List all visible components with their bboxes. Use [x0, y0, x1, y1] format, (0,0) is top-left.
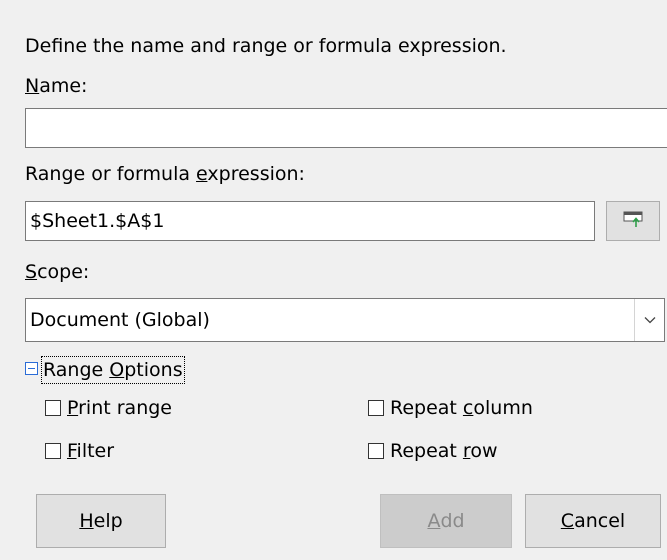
filter-label[interactable]: Filter	[67, 439, 114, 463]
collapse-icon[interactable]	[25, 362, 38, 375]
help-button[interactable]: Help	[36, 494, 166, 548]
range-label: Range or formula expression:	[25, 163, 305, 185]
shrink-selection-icon	[623, 210, 643, 233]
repeat-column-label[interactable]: Repeat column	[390, 396, 533, 420]
filter-checkbox[interactable]	[45, 443, 61, 459]
name-label: Name:	[25, 75, 88, 97]
name-input[interactable]	[25, 108, 667, 148]
shrink-button[interactable]	[606, 201, 660, 241]
scope-value: Document (Global)	[30, 309, 210, 331]
repeat-column-checkbox[interactable]	[368, 400, 384, 416]
add-button[interactable]: Add	[380, 494, 512, 548]
range-options-toggle[interactable]: Range Options	[41, 356, 185, 384]
range-input[interactable]: $Sheet1.$A$1	[25, 201, 595, 241]
repeat-row-label[interactable]: Repeat row	[390, 439, 498, 463]
define-names-dialog: Define the name and range or formula exp…	[0, 0, 667, 560]
repeat-row-checkbox[interactable]	[368, 443, 384, 459]
print-range-label[interactable]: Print range	[67, 396, 172, 420]
scope-select[interactable]: Document (Global)	[25, 298, 665, 342]
print-range-checkbox[interactable]	[45, 400, 61, 416]
intro-text: Define the name and range or formula exp…	[25, 35, 507, 57]
scope-label: Scope:	[25, 261, 90, 283]
cancel-button[interactable]: Cancel	[525, 494, 661, 548]
chevron-down-icon[interactable]	[634, 299, 664, 341]
